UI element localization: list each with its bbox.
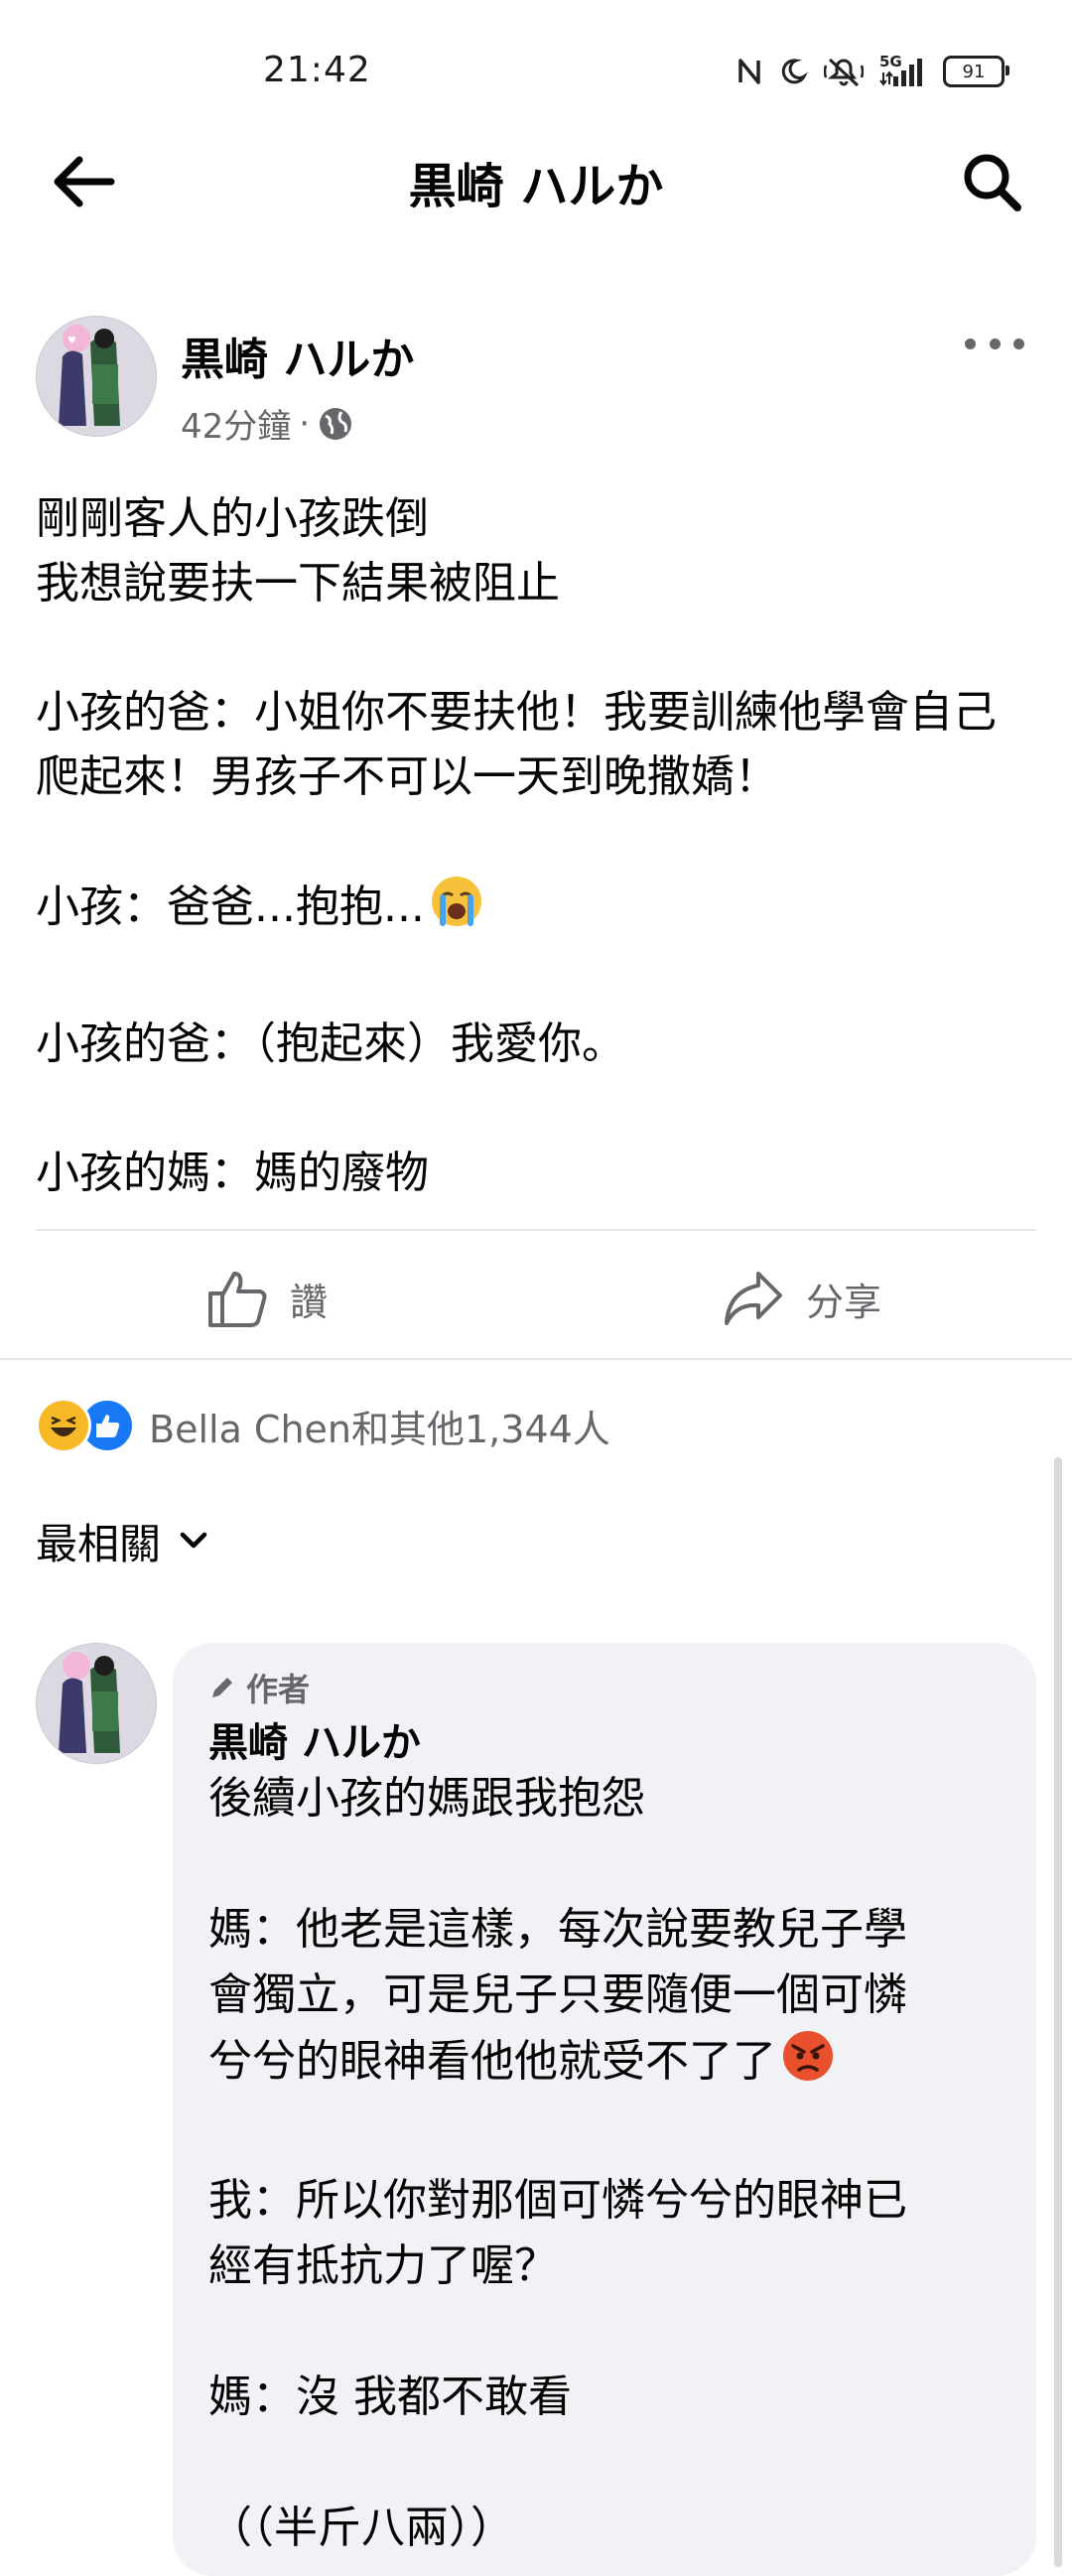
network-label: 5G [879, 53, 902, 70]
comment-sort-dropdown[interactable]: 最相關 [36, 1511, 208, 1570]
thumbs-up-icon [208, 1272, 267, 1327]
post-line-text: 小孩：爸爸...抱抱... [36, 881, 425, 932]
comment-text: 後續小孩的媽跟我抱怨 媽：他老是這樣，每次說要教兒子學 會獨立，可是兒子只要隨便… [208, 1766, 1003, 2561]
post-time[interactable]: 42分鐘 [181, 399, 291, 448]
post-line: 小孩的爸：小姐你不要扶他！我要訓練他學會自己爬起來！男孩子不可以一天到晚撒嬌！ [36, 687, 997, 802]
divider [36, 1229, 1036, 1231]
chevron-down-icon [180, 1532, 207, 1549]
haha-reaction-icon [36, 1398, 91, 1453]
action-bar: 讚 分享 [0, 1243, 1072, 1352]
post-line: 小孩的爸：（抱起來）我愛你。 [36, 1018, 625, 1069]
dot [989, 338, 1001, 349]
comment-bubble[interactable]: 作者 黒崎 ハルか 後續小孩的媽跟我抱怨 媽：他老是這樣，每次說要教兒子學 會獨… [173, 1643, 1036, 2576]
globe-icon [320, 407, 352, 440]
page-title: 黒崎 ハルか [408, 159, 664, 214]
post-body: 剛剛客人的小孩跌倒 我想說要扶一下結果被阻止 小孩的爸：小姐你不要扶他！我要訓練… [36, 486, 1038, 1205]
avatar-image [37, 1644, 156, 1763]
crying-emoji-icon [429, 874, 484, 947]
top-nav: 黒崎 ハルか [0, 139, 1072, 298]
avatar[interactable] [36, 1643, 157, 1764]
scrollbar[interactable] [1054, 1457, 1062, 2567]
battery-icon: 91 [943, 56, 1009, 87]
comment-line: 會獨立，可是兒子只要隨便一個可憐 [208, 1969, 907, 2020]
reactions-summary[interactable]: Bella Chen和其他1,344人 [36, 1398, 610, 1453]
like-label: 讚 [290, 1280, 329, 1324]
status-icons: 5G 91 [737, 52, 1009, 91]
comment-line: 我：所以你對那個可憐兮兮的眼神已 [208, 2175, 907, 2226]
search-icon [964, 154, 1021, 211]
post-header: ♥ 黒崎 ハルか 42分鐘 · [36, 316, 1038, 448]
share-button[interactable]: 分享 [723, 1259, 881, 1338]
author-badge: 作者 [208, 1665, 310, 1710]
comment-avatar[interactable] [36, 1643, 157, 1764]
post-line: 小孩：爸爸...抱抱... [36, 874, 1038, 947]
comment-line: 兮兮的眼神看他他就受不了了 [208, 2028, 1003, 2102]
more-options-button[interactable] [965, 324, 1024, 363]
pencil-icon [212, 1678, 232, 1697]
status-time: 21:42 [263, 50, 371, 90]
share-arrow-icon [725, 1272, 782, 1325]
status-bar: 21:42 5G 91 [0, 0, 1072, 139]
comment-line: 經有抵抗力了喔？ [208, 2240, 558, 2291]
avatar[interactable]: ♥ [36, 316, 157, 437]
dot [965, 338, 976, 349]
angry-emoji-icon [780, 2028, 836, 2102]
avatar-image: ♥ [37, 317, 156, 436]
dot [1013, 338, 1024, 349]
post-line: 剛剛客人的小孩跌倒 [36, 493, 429, 544]
svg-text:♥: ♥ [67, 336, 76, 346]
comment-line: 媽：他老是這樣，每次說要教兒子學 [208, 1904, 907, 1955]
nfc-icon [737, 57, 762, 86]
post-line: 我想說要扶一下結果被阻止 [36, 558, 560, 609]
post-meta: 42分鐘 · [181, 399, 353, 448]
mute-icon [824, 56, 864, 87]
sort-label: 最相關 [36, 1519, 162, 1568]
divider [0, 1358, 1072, 1360]
comment-line: （（半斤八兩）） [208, 2503, 514, 2553]
battery-level: 91 [962, 61, 986, 82]
post-line: 小孩的媽：媽的廢物 [36, 1148, 429, 1198]
comment-line-text: 兮兮的眼神看他他就受不了了 [208, 2036, 776, 2087]
author-badge-label: 作者 [246, 1671, 311, 1708]
meta-separator: · [299, 403, 311, 444]
comment-author-name[interactable]: 黒崎 ハルか [208, 1710, 421, 1768]
comment-line: 媽：沒 我都不敢看 [208, 2372, 572, 2422]
like-button[interactable]: 讚 [206, 1259, 328, 1338]
post-author-name[interactable]: 黒崎 ハルか [181, 324, 414, 387]
reaction-count-text: Bella Chen和其他1,344人 [149, 1407, 610, 1451]
search-button[interactable] [949, 139, 1034, 224]
comment-line: 後續小孩的媽跟我抱怨 [208, 1773, 645, 1824]
moon-icon [778, 57, 808, 86]
share-label: 分享 [806, 1280, 882, 1324]
signal-icon: 5G [879, 53, 927, 86]
